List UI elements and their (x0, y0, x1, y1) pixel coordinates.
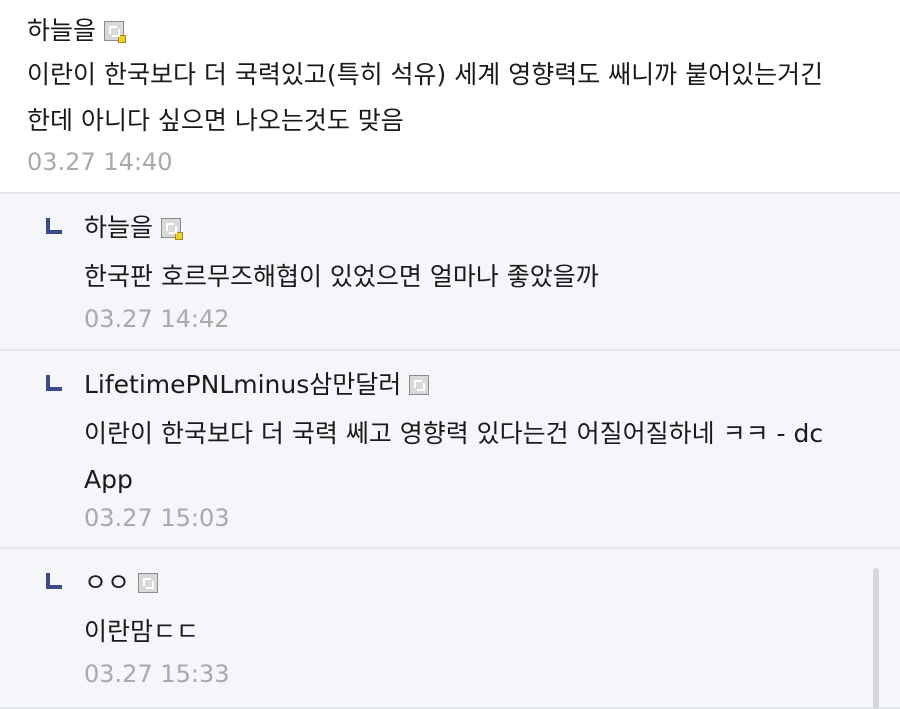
gallery-badge-icon (409, 375, 430, 395)
nickname-text[interactable]: 하늘을 (27, 16, 96, 45)
nickname-text[interactable]: 하늘을 (84, 213, 153, 242)
scrollbar[interactable] (873, 568, 879, 709)
comment-nickname[interactable]: 하늘을 (27, 16, 127, 46)
reply-timestamp: 03.27 15:33 (84, 660, 230, 688)
reply-text-line: 이란맘ㄷㄷ (84, 617, 200, 646)
comment-text-line: 한데 아니다 싶으면 나오는것도 맞음 (27, 106, 404, 135)
reply-text: 이란이 한국보다 더 국력 쎄고 영향력 있다는건 어질어질하네 ㅋㅋ - dc… (84, 411, 823, 503)
reply-nickname[interactable]: 하늘을 (84, 213, 184, 243)
reply-arrow-icon (44, 375, 64, 393)
reply-item: 하늘을 한국판 호르무즈해협이 있었으면 얼마나 좋았을까 03.27 14:4… (0, 194, 900, 351)
reply-timestamp: 03.27 14:42 (84, 305, 230, 333)
nickname-text[interactable]: LifetimePNLminus삼만달러 (84, 370, 401, 399)
reply-item: LifetimePNLminus삼만달러 이란이 한국보다 더 국력 쎄고 영향… (0, 351, 900, 549)
reply-text-line: 이란이 한국보다 더 국력 쎄고 영향력 있다는건 어질어질하네 ㅋㅋ - dc (84, 419, 824, 448)
reply-text-line: 한국판 호르무즈해협이 있었으면 얼마나 좋았을까 (84, 262, 599, 291)
comment-thread: 하늘을 이란이 한국보다 더 국력있고(특히 석유) 세계 영향력도 쌔니까 붙… (0, 0, 900, 709)
gallery-badge-icon (161, 218, 184, 240)
nickname-text[interactable]: ㅇㅇ (84, 568, 130, 597)
reply-nickname[interactable]: ㅇㅇ (84, 568, 159, 598)
gallery-badge-icon (138, 573, 159, 593)
reply-arrow-icon (44, 573, 64, 591)
reply-text: 한국판 호르무즈해협이 있었으면 얼마나 좋았을까 (84, 254, 599, 300)
reply-arrow-icon (44, 218, 64, 236)
gallery-badge-icon (104, 21, 127, 43)
reply-timestamp: 03.27 15:03 (84, 504, 230, 532)
comment-text-line: 이란이 한국보다 더 국력있고(특히 석유) 세계 영향력도 쌔니까 붙어있는거… (27, 60, 824, 89)
comment-text: 이란이 한국보다 더 국력있고(특히 석유) 세계 영향력도 쌔니까 붙어있는거… (27, 52, 823, 144)
reply-text-line: App (84, 465, 133, 494)
comment-timestamp: 03.27 14:40 (27, 148, 173, 176)
reply-text: 이란맘ㄷㄷ (84, 609, 199, 655)
comment-item: 하늘을 이란이 한국보다 더 국력있고(특히 석유) 세계 영향력도 쌔니까 붙… (0, 0, 900, 194)
reply-item: ㅇㅇ 이란맘ㄷㄷ 03.27 15:33 (0, 549, 900, 709)
reply-nickname[interactable]: LifetimePNLminus삼만달러 (84, 370, 430, 400)
